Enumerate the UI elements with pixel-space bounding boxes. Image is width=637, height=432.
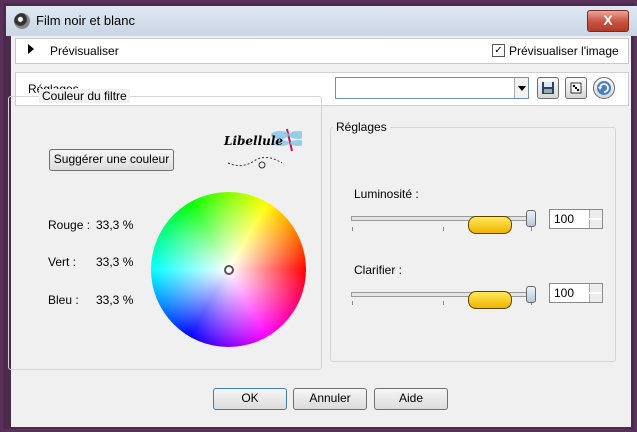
- pointing-hand-icon: [468, 291, 512, 309]
- preview-image-checkbox[interactable]: ✓: [492, 44, 505, 57]
- clarifier-slider-thumb[interactable]: [526, 286, 536, 303]
- slider-tick: [443, 301, 444, 305]
- luminosite-value[interactable]: 100: [554, 212, 574, 226]
- settings-group: Réglages: [330, 120, 616, 362]
- preview-image-label[interactable]: Prévisualiser l'image: [509, 44, 619, 58]
- cancel-button[interactable]: Annuler: [293, 388, 367, 410]
- vert-label: Vert :: [48, 255, 77, 269]
- logo-text: Libellule: [224, 134, 284, 148]
- expand-arrow-icon[interactable]: [28, 44, 34, 54]
- dragonfly-logo: [227, 128, 302, 169]
- pointing-hand-icon: [468, 216, 512, 234]
- clarifier-value[interactable]: 100: [554, 286, 574, 300]
- preview-bar[interactable]: Prévisualiser ✓ Prévisualiser l'image: [15, 38, 629, 64]
- luminosite-spinbox[interactable]: 100: [549, 209, 603, 229]
- preview-label[interactable]: Prévisualiser: [50, 44, 119, 58]
- vert-value: 33,3 %: [96, 255, 134, 269]
- bleu-label: Bleu :: [48, 293, 79, 307]
- spin-down-icon[interactable]: [589, 220, 602, 228]
- clarifier-label: Clarifier :: [354, 263, 403, 277]
- slider-tick: [352, 227, 353, 231]
- preset-select[interactable]: [335, 77, 529, 99]
- random-button[interactable]: [565, 77, 587, 99]
- spin-up-icon[interactable]: [589, 210, 602, 218]
- save-preset-button[interactable]: [537, 77, 559, 99]
- chevron-down-icon[interactable]: [514, 78, 528, 98]
- spin-down-icon[interactable]: [589, 294, 602, 302]
- slider-tick: [352, 301, 353, 305]
- title-bar[interactable]: Film noir et blanc X: [6, 6, 637, 36]
- bleu-value: 33,3 %: [96, 293, 134, 307]
- dice-icon: [570, 82, 582, 94]
- slider-tick: [443, 227, 444, 231]
- filter-color-title: Couleur du filtre: [39, 89, 130, 103]
- luminosite-slider-thumb[interactable]: [526, 210, 536, 227]
- rouge-label: Rouge :: [48, 218, 91, 232]
- settings-title: Réglages: [333, 120, 390, 134]
- clarifier-spinbox[interactable]: 100: [549, 283, 603, 303]
- ok-button[interactable]: OK: [213, 388, 287, 410]
- suggest-color-button[interactable]: Suggérer une couleur: [49, 149, 174, 171]
- floppy-disk-icon: [542, 82, 554, 94]
- rouge-value: 33,3 %: [96, 218, 134, 232]
- window-frame: Film noir et blanc X Prévisualiser ✓ Pré…: [0, 0, 637, 432]
- luminosite-label: Luminosité :: [354, 187, 419, 201]
- spin-up-icon[interactable]: [589, 284, 602, 292]
- color-wheel[interactable]: [151, 192, 306, 347]
- window-title: Film noir et blanc: [36, 13, 135, 28]
- help-button[interactable]: Aide: [374, 388, 448, 410]
- close-button[interactable]: X: [587, 10, 629, 32]
- undo-arrow-icon: [597, 81, 611, 95]
- color-picker-handle[interactable]: [224, 265, 234, 275]
- slider-tick: [531, 227, 532, 231]
- reset-button[interactable]: [593, 77, 615, 99]
- app-icon: [14, 13, 30, 29]
